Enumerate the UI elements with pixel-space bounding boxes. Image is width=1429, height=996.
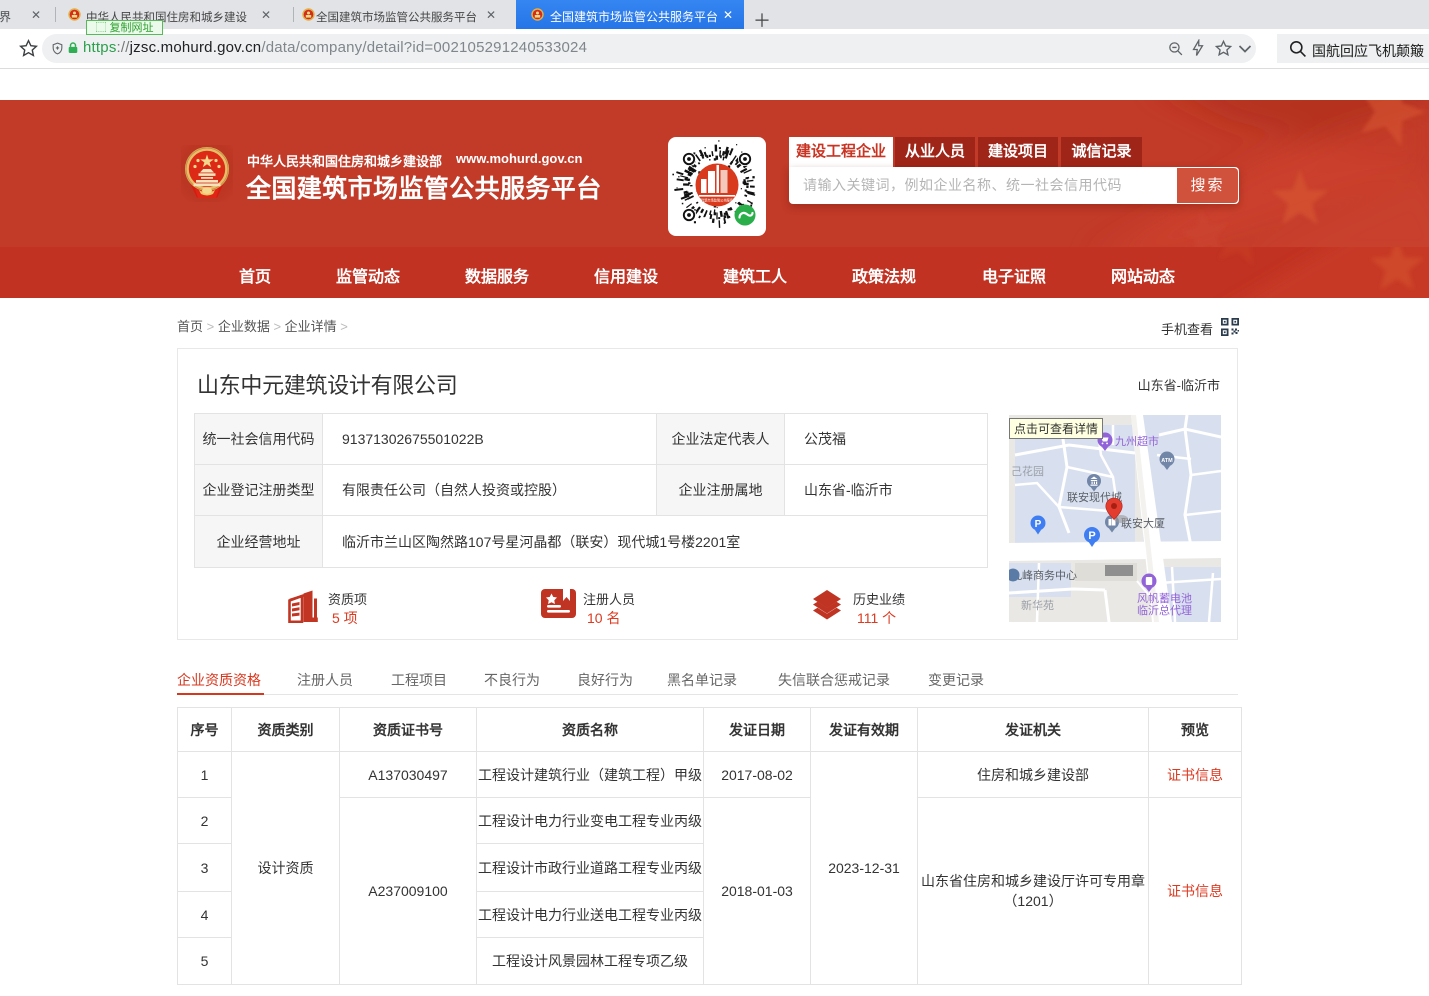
svg-text:风帆蓄电池: 风帆蓄电池: [1137, 591, 1192, 605]
svg-text:P: P: [1088, 530, 1095, 542]
svg-text:临沂总代理: 临沂总代理: [1137, 603, 1192, 617]
svg-text:全国建筑市场监管公共服务平台: 全国建筑市场监管公共服务平台: [695, 198, 740, 203]
svg-text:P: P: [1035, 519, 1042, 530]
svg-text:ATM: ATM: [1161, 458, 1173, 464]
svg-text:九州超市: 九州超市: [1115, 434, 1159, 448]
svg-text:己花园: 己花园: [1011, 465, 1044, 478]
svg-text:九峰商务中心: 九峰商务中心: [1011, 568, 1077, 582]
svg-text:新华苑: 新华苑: [1021, 598, 1054, 612]
